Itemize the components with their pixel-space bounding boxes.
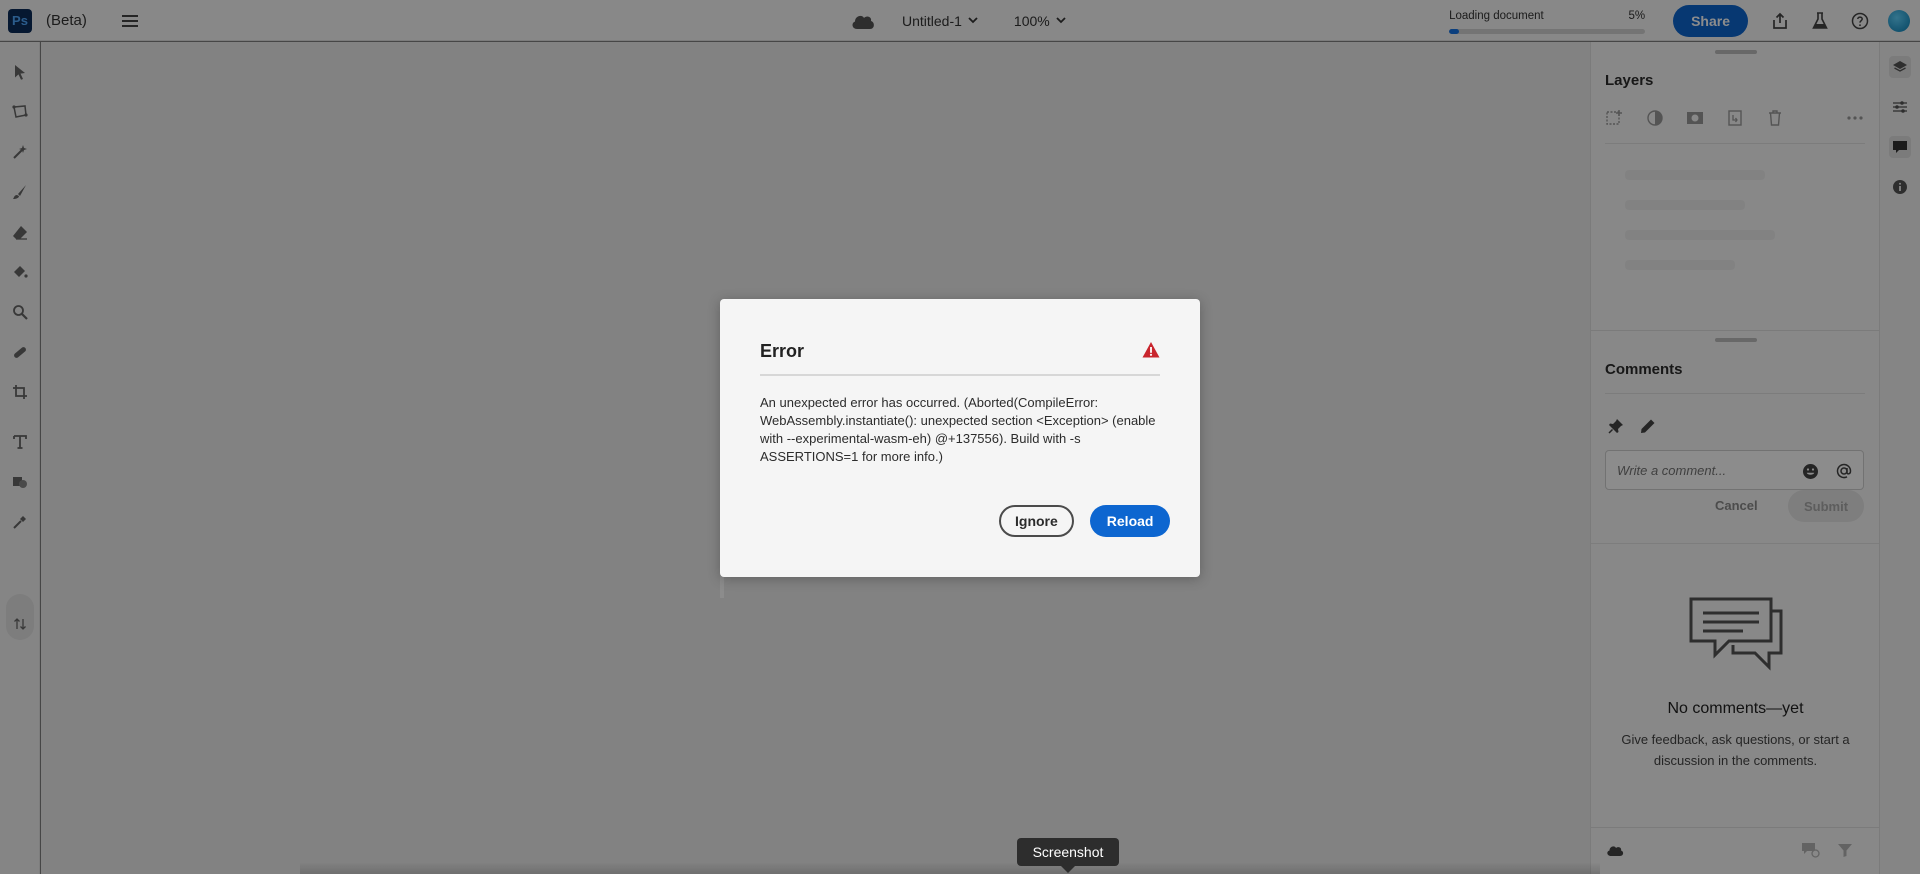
dialog-actions: Ignore Reload xyxy=(999,505,1171,537)
error-message: An unexpected error has occurred. (Abort… xyxy=(760,395,1156,464)
screenshot-tooltip: Screenshot xyxy=(1017,838,1119,873)
error-dialog: Error An unexpected error has occurred. … xyxy=(720,299,1200,577)
dialog-divider xyxy=(760,374,1160,376)
reload-button[interactable]: Reload xyxy=(1089,505,1171,537)
ignore-button[interactable]: Ignore xyxy=(999,505,1074,537)
warning-icon xyxy=(1142,341,1160,359)
bottom-shadow xyxy=(300,862,1600,874)
dialog-title: Error xyxy=(760,341,805,361)
